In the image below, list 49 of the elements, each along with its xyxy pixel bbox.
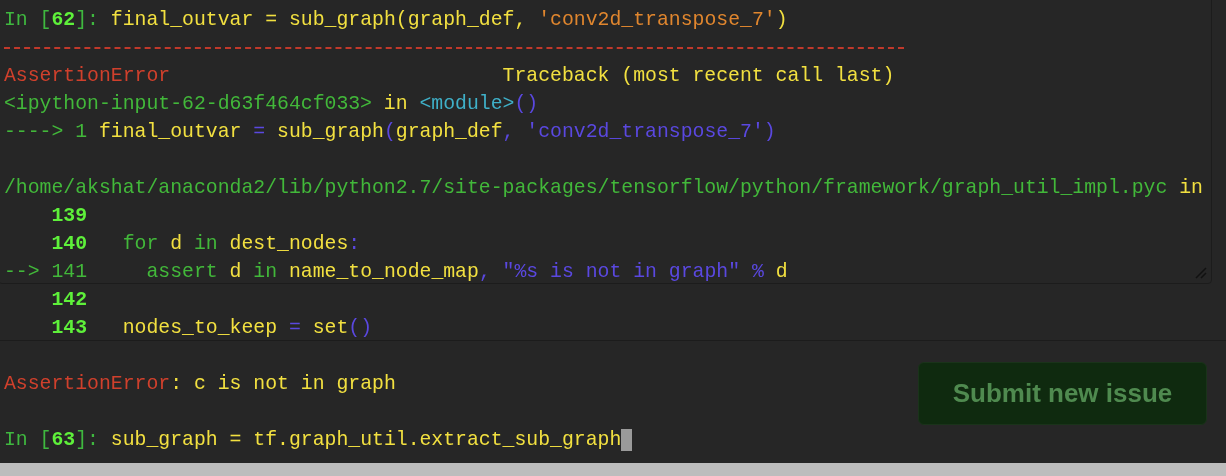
code-text: (): [348, 316, 373, 341]
code-text: In [: [4, 8, 52, 33]
code-text: 63: [51, 428, 76, 453]
code-text: In [: [4, 428, 52, 453]
code-text: d: [228, 260, 243, 285]
code-text: set: [311, 316, 349, 341]
code-text: dest_nodes: [228, 232, 349, 257]
code-text: AssertionError: [4, 64, 172, 89]
code-text: :: [348, 232, 361, 257]
code-text: d: [169, 232, 184, 257]
code-text: =: [253, 120, 266, 145]
line-number: 139: [50, 204, 88, 229]
code-text: in: [382, 92, 409, 117]
code-text: in: [1178, 176, 1203, 201]
code-text: nodes_to_keep: [121, 316, 279, 341]
code-text: for: [121, 232, 159, 257]
code-text: , 'conv2d_transpose_7'): [502, 120, 776, 145]
code-text: , "%s is not in graph" %: [478, 260, 765, 285]
code-text: 62: [51, 8, 76, 33]
line-number: 143: [50, 316, 88, 341]
code-text: : c is not in graph: [170, 372, 396, 397]
code-text: assert: [145, 260, 218, 285]
code-text: 'conv2d_transpose_7': [538, 8, 776, 33]
code-text: (: [383, 120, 396, 145]
line-number: 142: [50, 288, 88, 313]
submit-button[interactable]: Submit new issue: [918, 362, 1207, 425]
line-number: 140: [50, 232, 88, 257]
code-text: <ipython-input-62-d63f464cf033>: [4, 92, 372, 117]
code-text: /home/akshat/anaconda2/lib/python2.7/site-packages/tensorflow/python/framework/graph_util_impl.pyc: [4, 176, 1168, 201]
code-text: =: [288, 316, 301, 341]
code-text: <module>: [419, 92, 515, 117]
code-text: ]:: [75, 8, 100, 33]
code-text: sub_graph = tf.graph_util.extract_sub_graph: [110, 428, 622, 453]
code-text: d: [775, 260, 788, 285]
code-text: Traceback (most recent call last): [502, 65, 895, 87]
comment-textarea[interactable]: [0, 0, 1212, 284]
code-text: final_outvar: [98, 120, 243, 145]
code-text: --> 141: [4, 260, 88, 285]
code-text: in: [193, 232, 218, 257]
code-text: AssertionError: [4, 372, 171, 397]
code-text: sub_graph: [276, 120, 384, 145]
code-text: name_to_node_map: [287, 260, 479, 285]
code-text: final_outvar = sub_graph(graph_def,: [110, 8, 528, 33]
code-text: (): [514, 92, 539, 117]
code-text: ----> 1: [4, 120, 89, 145]
code-text: in: [253, 260, 278, 285]
code-text: ): [775, 8, 788, 33]
code-text: ]:: [75, 428, 100, 453]
code-text: graph_def: [395, 120, 503, 145]
